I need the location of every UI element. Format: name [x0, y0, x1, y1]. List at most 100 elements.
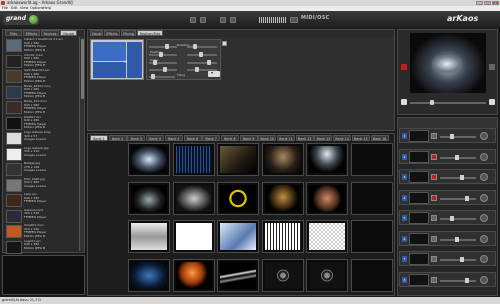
- visual-slot[interactable]: [306, 258, 348, 292]
- visual-slot[interactable]: [172, 143, 215, 176]
- layer-row[interactable]: 7: [399, 251, 496, 266]
- bank-tab[interactable]: Bank 8: [220, 135, 239, 141]
- tab-sources[interactable]: Sources: [41, 30, 59, 36]
- close-button[interactable]: x: [492, 1, 499, 5]
- file-item[interactable]: DSC_0005.jpg 640 x 480 Images Loader: [5, 178, 79, 195]
- layer-dial[interactable]: [480, 173, 488, 181]
- empty-slot[interactable]: [350, 143, 393, 176]
- layer-toggle-button[interactable]: [431, 256, 437, 262]
- file-item[interactable]: Badger.jpg 176 x 128 Images Loader: [5, 162, 79, 179]
- empty-slot[interactable]: [350, 220, 393, 253]
- layer-dial[interactable]: [480, 234, 488, 243]
- visual-slot[interactable]: [128, 258, 170, 292]
- layer-toggle-button[interactable]: [431, 194, 437, 201]
- file-item[interactable]: Instant 1 beat0mix 01.avi 640 x 480 FFMPE…: [5, 38, 79, 55]
- bank-tab[interactable]: Bank 6: [183, 135, 202, 141]
- sync-button[interactable]: [230, 17, 236, 23]
- file-item[interactable]: Lady avi 640 x 480 FFMPEG Player: [5, 193, 79, 210]
- slider-knob[interactable]: [455, 154, 459, 160]
- visual-slot[interactable]: [217, 181, 259, 215]
- layer-row[interactable]: 4: [399, 189, 496, 205]
- layer-toggle-button[interactable]: [431, 174, 437, 180]
- layer-dial[interactable]: [480, 214, 488, 222]
- visual-slot[interactable]: [306, 143, 348, 176]
- bank-tab[interactable]: Bank 9: [239, 135, 258, 141]
- tab-position-size[interactable]: Position/Size: [137, 30, 163, 36]
- file-item[interactable]: Galaxie.mp4 320 x 240 FFMPEG Player: [5, 209, 79, 226]
- position-grid[interactable]: ✕: [90, 39, 144, 80]
- midi-toggle[interactable]: [290, 17, 298, 23]
- layer-opacity-slider[interactable]: [440, 175, 476, 180]
- bank-tab[interactable]: Bank 10: [258, 135, 277, 141]
- reset-checkbox[interactable]: [222, 41, 227, 46]
- tab-effects[interactable]: Effects: [23, 30, 40, 36]
- tap-button[interactable]: [220, 17, 226, 23]
- bank-tab[interactable]: Bank 2: [108, 135, 127, 141]
- empty-slot[interactable]: [350, 258, 393, 292]
- layer-dial[interactable]: [480, 275, 488, 284]
- visual-slot[interactable]: [261, 143, 304, 176]
- bank-tab[interactable]: Bank 16: [370, 135, 389, 141]
- visual-slot[interactable]: [261, 220, 304, 253]
- layer-row[interactable]: 2: [399, 148, 496, 164]
- layer-opacity-slider[interactable]: [440, 216, 476, 221]
- layer-row[interactable]: 8: [399, 271, 496, 287]
- file-item[interactable]: Logo Galerie.jpg 352 x 310 Images Loader: [5, 147, 79, 164]
- bank-tab[interactable]: Bank 5: [164, 135, 183, 141]
- layer-opacity-slider[interactable]: [440, 257, 476, 262]
- layer-toggle-button[interactable]: [431, 215, 437, 221]
- slider-knob[interactable]: [450, 216, 454, 221]
- visual-slot[interactable]: [306, 220, 348, 253]
- bank-tab[interactable]: Bank 12: [295, 135, 314, 141]
- layer-dial[interactable]: [480, 152, 488, 161]
- slider-7[interactable]: [149, 67, 177, 72]
- tab-visuals[interactable]: Visuals: [60, 30, 77, 36]
- layer-toggle-button[interactable]: [431, 133, 437, 139]
- preview-left-button[interactable]: [401, 64, 407, 70]
- visual-slot[interactable]: [217, 220, 259, 253]
- layer-row[interactable]: 1: [399, 128, 496, 143]
- slider-knob[interactable]: [450, 134, 454, 139]
- maximize-button[interactable]: □: [484, 1, 491, 5]
- visual-slot[interactable]: [217, 143, 259, 176]
- browser-scroll-thumb[interactable]: [81, 39, 84, 99]
- slider-2[interactable]: [187, 44, 217, 49]
- tab-visual[interactable]: Visual: [90, 30, 103, 36]
- slider-knob[interactable]: [455, 236, 459, 242]
- visual-slot[interactable]: [172, 220, 215, 253]
- bank-tab[interactable]: Bank 3: [127, 135, 146, 141]
- file-item[interactable]: Nikes_101.mov 640 x 480 FFMPEG Player Mot…: [5, 100, 79, 117]
- layer-toggle-button[interactable]: [431, 276, 437, 283]
- fader-left-button[interactable]: [401, 99, 407, 105]
- slider-1[interactable]: [149, 44, 177, 49]
- slider-5[interactable]: [149, 60, 177, 65]
- slider-3[interactable]: [149, 52, 177, 57]
- slider-knob[interactable]: [460, 175, 464, 180]
- layer-opacity-slider[interactable]: [440, 195, 476, 201]
- slider-tiling[interactable]: [149, 74, 175, 79]
- layer-row[interactable]: 6: [399, 230, 496, 246]
- layer-opacity-slider[interactable]: [440, 236, 476, 242]
- visual-slot[interactable]: [128, 181, 170, 215]
- bank-tab[interactable]: Bank 4: [146, 135, 165, 141]
- file-item[interactable]: Nikes_20101.mov 640 x 480 FFMPEG Player M…: [5, 85, 79, 102]
- layer-dial[interactable]: [480, 193, 488, 202]
- master-fader[interactable]: [410, 100, 486, 105]
- layer-toggle-button[interactable]: [431, 235, 437, 242]
- file-item[interactable]: blast01 avi 640 x 480 FFMPEG Player Motio…: [5, 116, 79, 133]
- bank-tab[interactable]: Bank 13: [314, 135, 333, 141]
- file-item[interactable]: Logo01.avi 640 x 480 Motion JPEG B: [5, 240, 79, 257]
- file-item[interactable]: Small01.mov 320 x 240 FFMPEG Player Motio…: [5, 224, 79, 241]
- visual-slot[interactable]: [261, 181, 304, 215]
- file-item[interactable]: Logo Galerie.bmp 320 x 57 Images Loader: [5, 131, 79, 148]
- layer-dial[interactable]: [480, 132, 488, 140]
- visual-slot[interactable]: [128, 143, 170, 176]
- toggle-button[interactable]: [200, 17, 206, 23]
- bank-tab[interactable]: Bank 7: [202, 135, 221, 141]
- visual-slot[interactable]: [261, 258, 304, 292]
- record-button[interactable]: [190, 17, 196, 23]
- slider-6[interactable]: [187, 60, 217, 65]
- tab-files[interactable]: Files: [5, 30, 22, 36]
- visual-slot[interactable]: [128, 220, 170, 253]
- layer-row[interactable]: 3: [399, 169, 496, 184]
